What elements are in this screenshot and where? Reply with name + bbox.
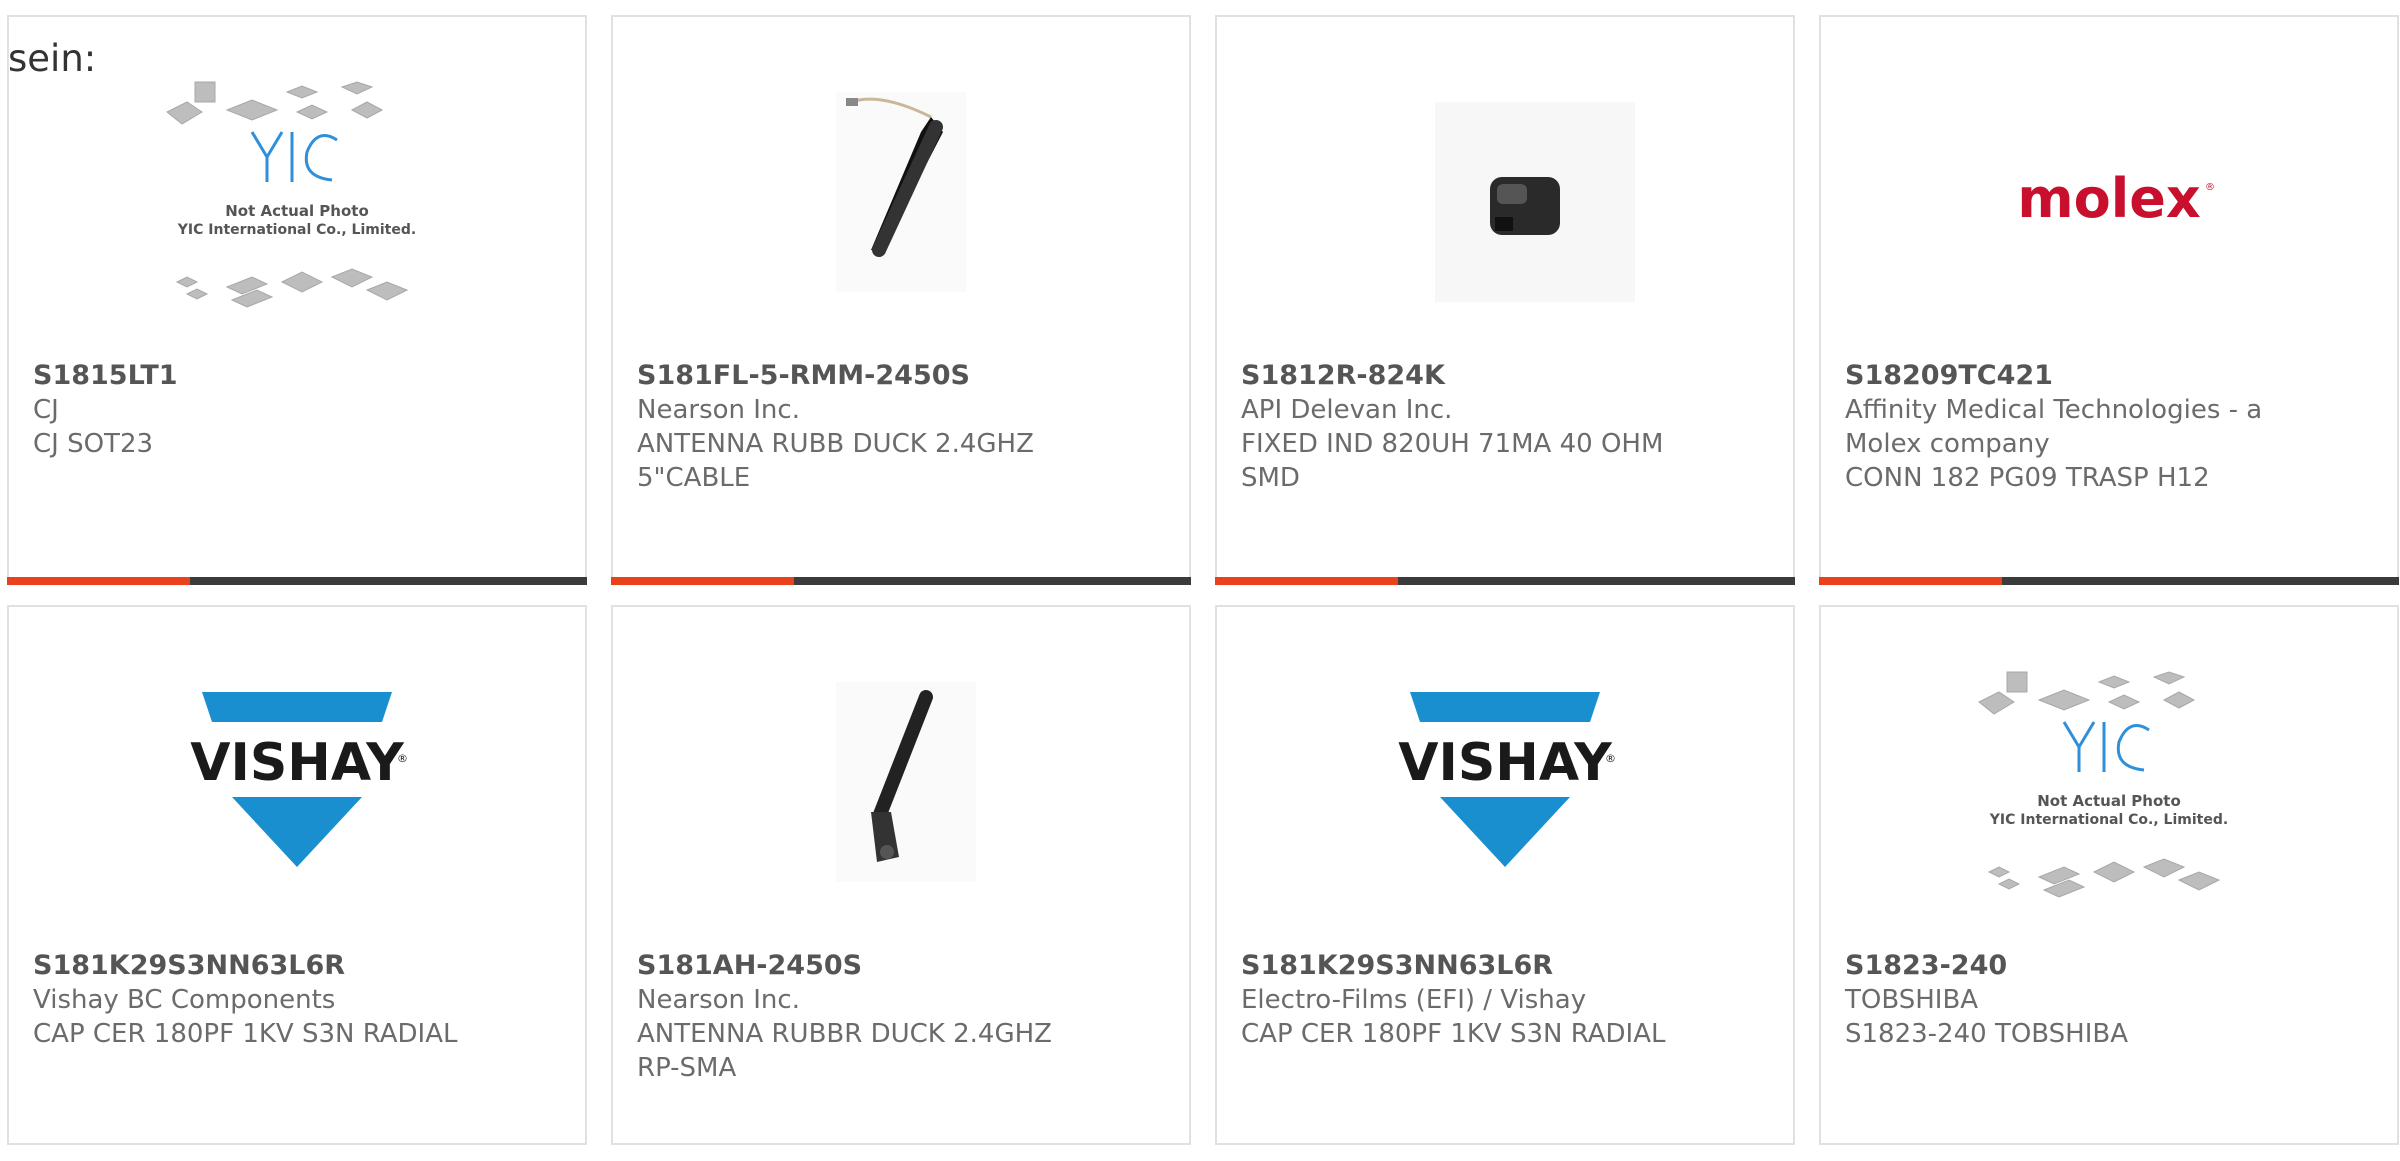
- card-accent-red: [1215, 577, 1398, 585]
- svg-text:Not Actual Photo: Not Actual Photo: [2037, 792, 2181, 810]
- svg-text:molex: molex: [2017, 167, 2201, 230]
- part-number[interactable]: S1823-240: [1845, 949, 2373, 983]
- part-number[interactable]: S181AH-2450S: [637, 949, 1165, 983]
- vishay-logo-icon: VISHAY ®: [1398, 692, 1616, 867]
- svg-text:®: ®: [397, 752, 408, 765]
- description: CONN 182 PG09 TRASP H12: [1845, 463, 2210, 493]
- product-image[interactable]: VISHAY ®: [1217, 662, 1793, 942]
- part-number[interactable]: S18209TC421: [1845, 359, 2373, 393]
- antenna-icon: [836, 682, 976, 882]
- svg-text:VISHAY: VISHAY: [190, 733, 405, 793]
- part-number[interactable]: S181K29S3NN63L6R: [1241, 949, 1769, 983]
- product-image[interactable]: Not Actual Photo YIC International Co., …: [9, 72, 585, 352]
- product-image[interactable]: [613, 72, 1189, 352]
- card-accent-bar: [611, 577, 1191, 585]
- manufacturer: Nearson Inc.: [637, 985, 800, 1015]
- part-number[interactable]: S1812R-824K: [1241, 359, 1769, 393]
- product-info: S181K29S3NN63L6R Electro-Films (EFI) / V…: [1241, 949, 1769, 1051]
- yic-placeholder-icon: Not Actual Photo YIC International Co., …: [1978, 671, 2228, 898]
- product-card[interactable]: molex ® S18209TC421 Affinity Medical Tec…: [1819, 15, 2399, 585]
- product-card[interactable]: S181AH-2450S Nearson Inc. ANTENNA RUBBR …: [611, 605, 1191, 1145]
- yic-placeholder-icon: Not Actual Photo YIC International Co., …: [166, 81, 416, 308]
- manufacturer: CJ: [33, 395, 59, 425]
- product-info: S181AH-2450S Nearson Inc. ANTENNA RUBBR …: [637, 949, 1165, 1085]
- product-card[interactable]: Not Actual Photo YIC International Co., …: [7, 15, 587, 585]
- product-grid: Not Actual Photo YIC International Co., …: [7, 15, 2400, 1145]
- manufacturer: TOBSHIBA: [1845, 985, 1979, 1015]
- product-card[interactable]: Not Actual Photo YIC International Co., …: [1819, 605, 2399, 1145]
- svg-text:YIC International Co., Limited: YIC International Co., Limited.: [177, 222, 416, 238]
- card-accent-bar: [7, 577, 587, 585]
- manufacturer: Electro-Films (EFI) / Vishay: [1241, 985, 1587, 1015]
- product-info: S181K29S3NN63L6R Vishay BC Components CA…: [33, 949, 561, 1051]
- product-card[interactable]: VISHAY ® S181K29S3NN63L6R Vishay BC Comp…: [7, 605, 587, 1145]
- product-info: S1823-240 TOBSHIBA S1823-240 TOBSHIBA: [1845, 949, 2373, 1051]
- description: CJ SOT23: [33, 429, 154, 459]
- product-info: S1812R-824K API Delevan Inc. FIXED IND 8…: [1241, 359, 1769, 495]
- description: S1823-240 TOBSHIBA: [1845, 1019, 2129, 1049]
- card-accent-bar: [1215, 577, 1795, 585]
- product-card[interactable]: S181FL-5-RMM-2450S Nearson Inc. ANTENNA …: [611, 15, 1191, 585]
- product-image[interactable]: VISHAY ®: [9, 662, 585, 942]
- part-number[interactable]: S181K29S3NN63L6R: [33, 949, 561, 983]
- description: ANTENNA RUBB DUCK 2.4GHZ 5"CABLE: [637, 429, 1034, 493]
- manufacturer: API Delevan Inc.: [1241, 395, 1453, 425]
- product-image[interactable]: [613, 662, 1189, 942]
- svg-text:VISHAY: VISHAY: [1398, 733, 1613, 793]
- vishay-logo-icon: VISHAY ®: [190, 692, 408, 867]
- card-accent-red: [1819, 577, 2002, 585]
- product-grid-page: sein: Not Actual Photo YIC International…: [0, 0, 2400, 1161]
- product-info: S18209TC421 Affinity Medical Technologie…: [1845, 359, 2373, 495]
- card-accent-red: [7, 577, 190, 585]
- card-accent-bar: [1819, 577, 2399, 585]
- svg-text:Not Actual Photo: Not Actual Photo: [225, 202, 369, 220]
- inductor-icon: [1435, 102, 1635, 302]
- product-info: S181FL-5-RMM-2450S Nearson Inc. ANTENNA …: [637, 359, 1165, 495]
- antenna-cable-icon: [836, 92, 966, 292]
- product-image[interactable]: Not Actual Photo YIC International Co., …: [1821, 662, 2397, 942]
- description: CAP CER 180PF 1KV S3N RADIAL: [1241, 1019, 1666, 1049]
- molex-logo-icon: molex ®: [2017, 167, 2215, 230]
- manufacturer: Vishay BC Components: [33, 985, 336, 1015]
- product-image[interactable]: [1217, 72, 1793, 352]
- svg-text:®: ®: [2205, 182, 2215, 193]
- description: ANTENNA RUBBR DUCK 2.4GHZ RP-SMA: [637, 1019, 1052, 1083]
- product-card[interactable]: VISHAY ® S181K29S3NN63L6R Electro-Films …: [1215, 605, 1795, 1145]
- description: CAP CER 180PF 1KV S3N RADIAL: [33, 1019, 458, 1049]
- card-accent-red: [611, 577, 794, 585]
- manufacturer: Nearson Inc.: [637, 395, 800, 425]
- part-number[interactable]: S1815LT1: [33, 359, 561, 393]
- intro-text: sein:: [8, 37, 97, 80]
- svg-text:®: ®: [1605, 752, 1616, 765]
- manufacturer: Affinity Medical Technologies - a Molex …: [1845, 395, 2263, 459]
- product-image[interactable]: molex ®: [1821, 72, 2397, 352]
- part-number[interactable]: S181FL-5-RMM-2450S: [637, 359, 1165, 393]
- description: FIXED IND 820UH 71MA 40 OHM SMD: [1241, 429, 1664, 493]
- product-card[interactable]: S1812R-824K API Delevan Inc. FIXED IND 8…: [1215, 15, 1795, 585]
- svg-text:YIC International Co., Limited: YIC International Co., Limited.: [1989, 812, 2228, 828]
- product-info: S1815LT1 CJ CJ SOT23: [33, 359, 561, 461]
